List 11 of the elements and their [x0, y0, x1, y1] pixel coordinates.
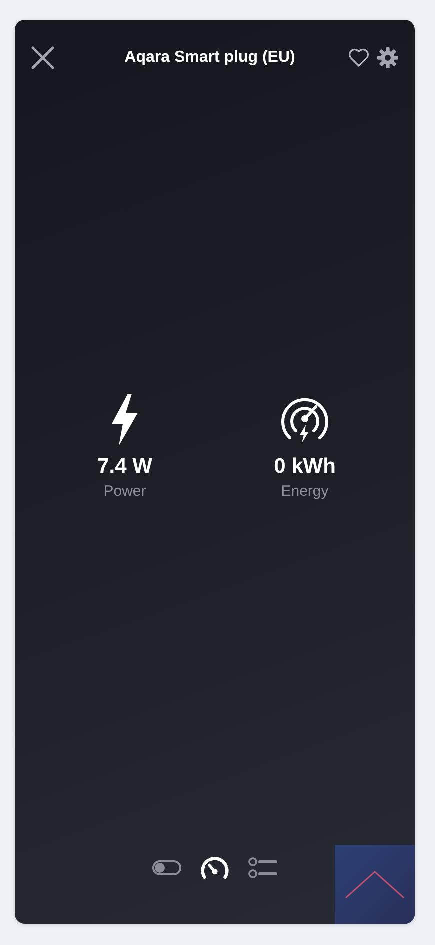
- stat-label: Power: [104, 482, 146, 502]
- favorite-button[interactable]: [347, 46, 371, 70]
- stat-label: Energy: [281, 482, 329, 502]
- stat-value: 7.4 W: [98, 454, 152, 480]
- stat-value: 0 kWh: [274, 454, 336, 480]
- close-icon: [31, 46, 55, 70]
- dialog-title: Aqara Smart plug (EU): [124, 49, 296, 67]
- lightning-icon: [110, 394, 140, 446]
- heart-icon: [347, 46, 371, 70]
- close-button[interactable]: [31, 46, 55, 70]
- chevron-up-icon: [345, 870, 405, 898]
